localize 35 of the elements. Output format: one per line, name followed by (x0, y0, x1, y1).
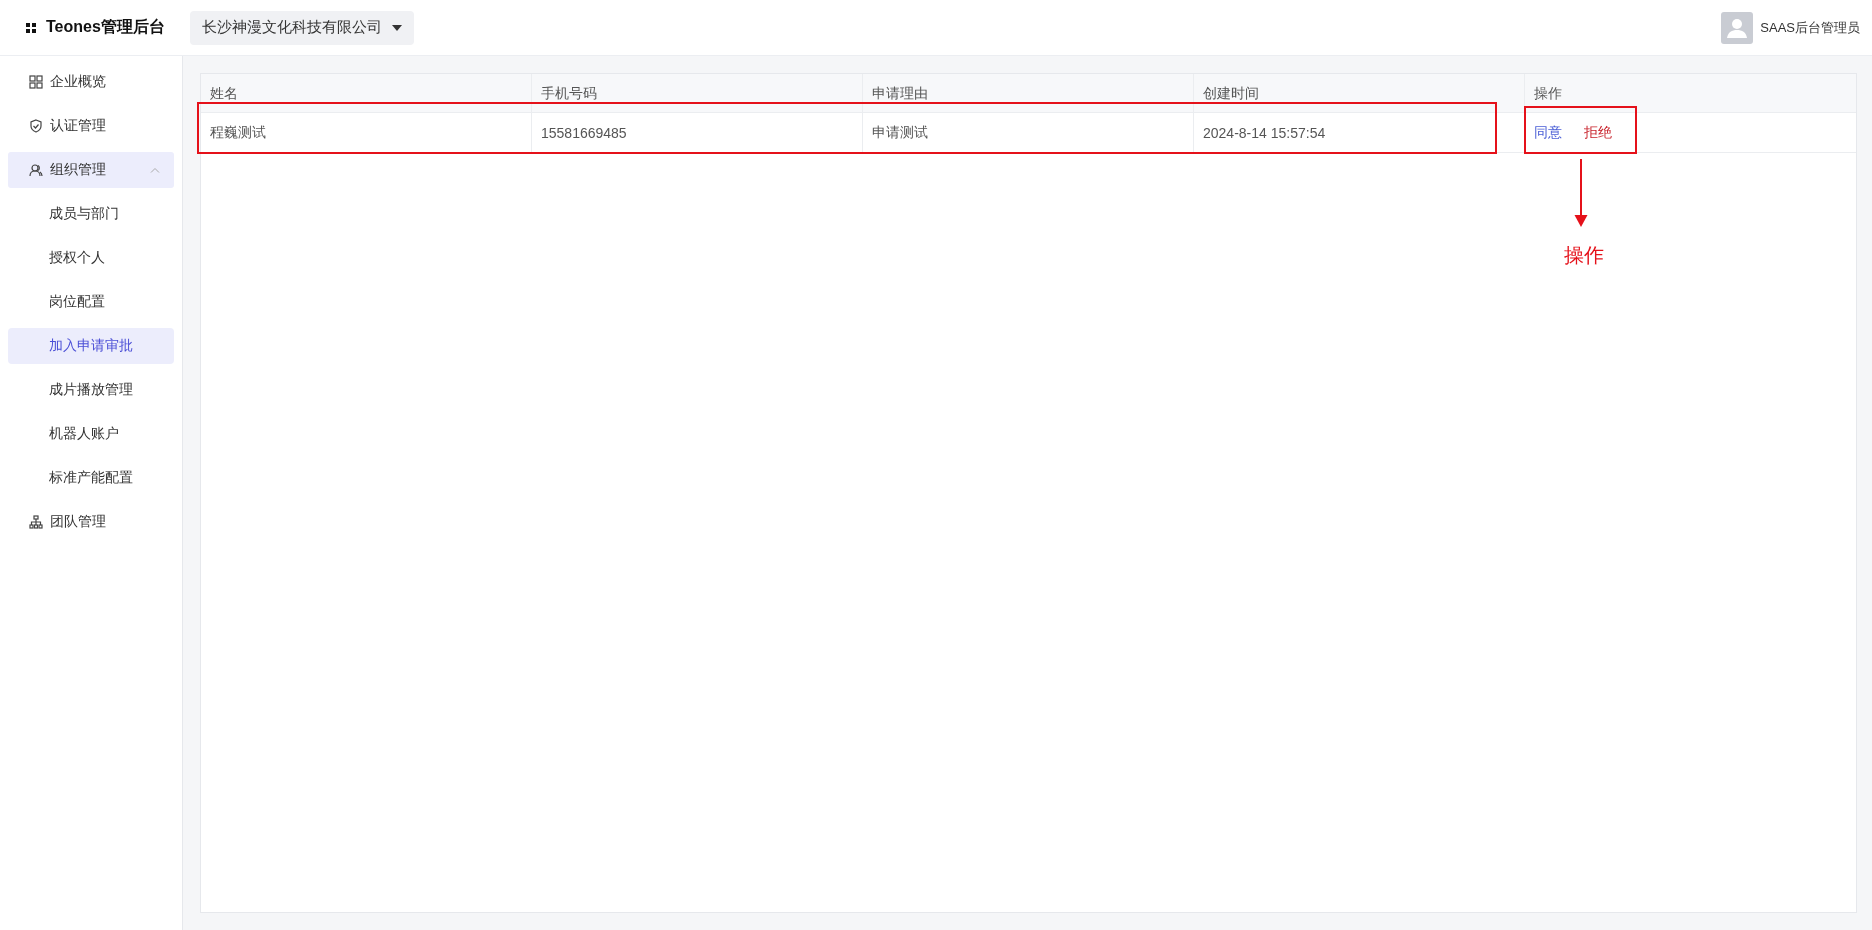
column-header: 创建时间 (1194, 74, 1525, 112)
app-title: Teones管理后台 (46, 17, 165, 37)
submenu-item[interactable]: 岗位配置 (8, 284, 174, 320)
action-link[interactable]: 拒绝 (1584, 123, 1612, 142)
submenu-item[interactable]: 标准产能配置 (8, 460, 174, 496)
menu-item[interactable]: 认证管理 (8, 108, 174, 144)
column-header: 姓名 (201, 74, 532, 112)
submenu-item[interactable]: 机器人账户 (8, 416, 174, 452)
menu-item[interactable]: 团队管理 (8, 504, 174, 540)
table-cell: 15581669485 (532, 113, 863, 152)
dots-icon (26, 22, 36, 33)
action-link[interactable]: 同意 (1534, 123, 1562, 142)
arrow (1574, 159, 1588, 229)
people-icon (29, 163, 43, 177)
column-header: 申请理由 (863, 74, 1194, 112)
menu-item[interactable]: 企业概览 (8, 64, 174, 100)
annotation-label: 操作 (1564, 242, 1604, 269)
column-header: 操作 (1533, 84, 1563, 103)
grid-icon (29, 75, 43, 89)
submenu-item[interactable]: 成员与部门 (8, 196, 174, 232)
submenu-item[interactable]: 加入申请审批 (8, 328, 174, 364)
table-cell: 程巍测试 (201, 113, 532, 152)
column-header: 手机号码 (532, 74, 863, 112)
submenu-item[interactable]: 授权个人 (8, 240, 174, 276)
caret-icon (391, 24, 402, 31)
submenu-item[interactable]: 成片播放管理 (8, 372, 174, 408)
company-select[interactable]: 长沙神漫文化科技有限公司 (189, 10, 414, 45)
table-cell: 申请测试 (863, 113, 1194, 152)
menu-group[interactable]: 组织管理 (8, 152, 174, 188)
avatar[interactable] (1721, 11, 1754, 44)
chevron-up-icon (150, 167, 160, 173)
user-name: SAAS后台管理员 (1760, 18, 1860, 37)
shield-check-icon (29, 119, 43, 133)
table-cell: 2024-8-14 15:57:54 (1194, 113, 1525, 152)
hierarchy-icon (29, 515, 43, 529)
